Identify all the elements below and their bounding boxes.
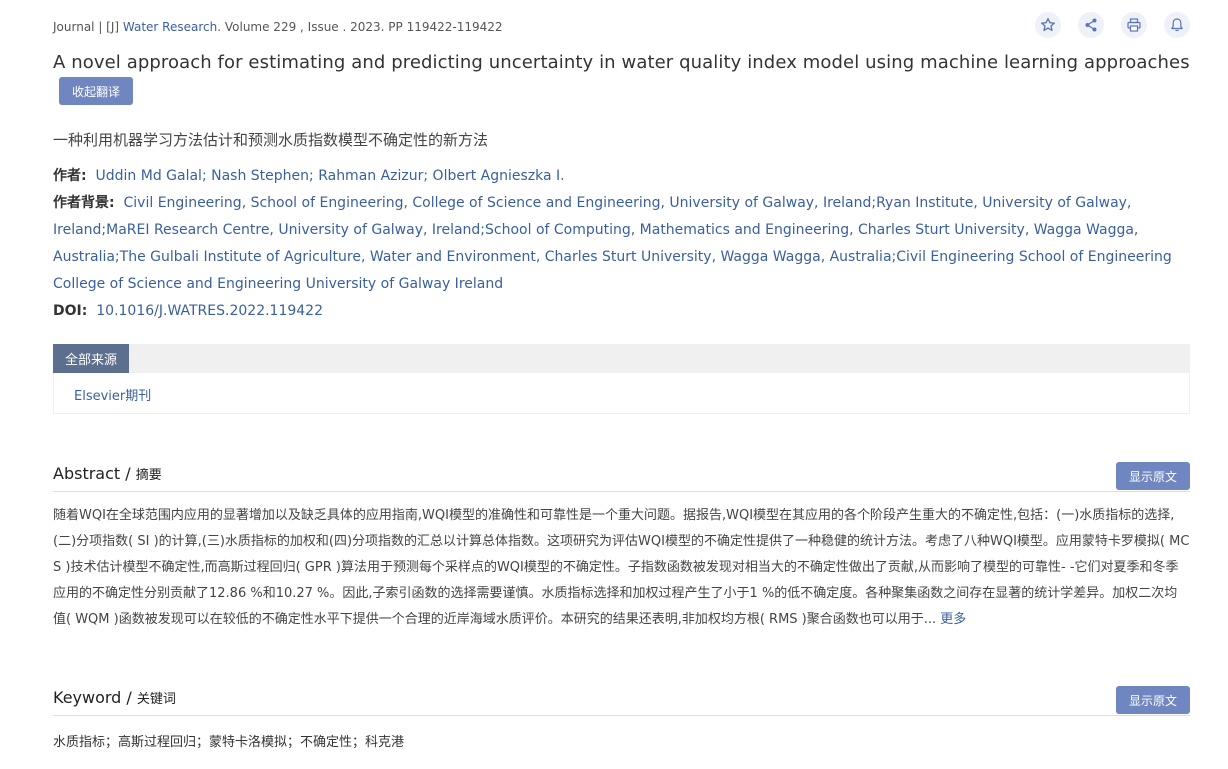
- authors-label: 作者:: [53, 168, 87, 184]
- publication-meta: Journal | [J] Water Research. Volume 229…: [53, 20, 503, 34]
- journal-link[interactable]: Water Research: [123, 20, 217, 34]
- notification-button[interactable]: [1164, 12, 1190, 38]
- article-title-cn: 一种利用机器学习方法估计和预测水质指数模型不确定性的新方法: [53, 131, 489, 149]
- sources-body: Elsevier期刊: [53, 373, 1190, 414]
- authors-row: 作者: Uddin Md Galal; Nash Stephen; Rahman…: [53, 163, 1190, 190]
- sources-tabbar: 全部来源: [53, 344, 1190, 373]
- article-actions: [1035, 12, 1190, 38]
- abstract-more-link[interactable]: 更多: [940, 612, 966, 627]
- keyword-header: Keyword / 关键词 显示原文: [53, 686, 1190, 716]
- abstract-subtitle: 摘要: [135, 468, 162, 483]
- doi-row: DOI: 10.1016/J.WATRES.2022.119422: [53, 298, 1190, 325]
- affiliation-row: 作者背景: Civil Engineering, School of Engin…: [53, 190, 1190, 298]
- meta-prefix: Journal | [J]: [53, 20, 123, 34]
- collapse-translation-button[interactable]: 收起翻译: [59, 77, 133, 105]
- affiliation-label: 作者背景:: [53, 195, 115, 211]
- print-button[interactable]: [1121, 12, 1147, 38]
- bell-icon: [1171, 18, 1183, 32]
- article-info: 作者: Uddin Md Galal; Nash Stephen; Rahman…: [53, 163, 1190, 325]
- print-icon: [1127, 18, 1141, 32]
- abstract-body: 随着WQI在全球范围内应用的显著增加以及缺乏具体的应用指南,WQI模型的准确性和…: [53, 503, 1190, 633]
- abstract-heading: Abstract / 摘要: [53, 464, 162, 483]
- share-icon: [1085, 18, 1097, 32]
- keyword-title: Keyword: [53, 688, 122, 707]
- authors-value[interactable]: Uddin Md Galal; Nash Stephen; Rahman Azi…: [96, 168, 565, 184]
- keyword-slash: /: [121, 688, 137, 707]
- source-link-elsevier[interactable]: Elsevier期刊: [74, 385, 151, 404]
- share-button[interactable]: [1078, 12, 1104, 38]
- keyword-show-original-button[interactable]: 显示原文: [1116, 686, 1190, 714]
- keyword-list: 水质指标；高斯过程回归；蒙特卡洛模拟；不确定性；科克港: [53, 735, 405, 750]
- meta-details: . Volume 229 , Issue . 2023. PP 119422-1…: [217, 20, 503, 34]
- abstract-text: 随着WQI在全球范围内应用的显著增加以及缺乏具体的应用指南,WQI模型的准确性和…: [53, 508, 1190, 627]
- abstract-header: Abstract / 摘要 显示原文: [53, 462, 1190, 492]
- keyword-heading: Keyword / 关键词: [53, 688, 176, 707]
- sources-panel: 全部来源 Elsevier期刊: [53, 344, 1190, 414]
- doi-label: DOI:: [53, 303, 88, 319]
- star-icon: [1041, 17, 1055, 32]
- tab-all-sources[interactable]: 全部来源: [53, 344, 129, 373]
- doi-link[interactable]: 10.1016/J.WATRES.2022.119422: [96, 303, 323, 319]
- article-title-en: A novel approach for estimating and pred…: [53, 52, 1190, 73]
- keyword-subtitle: 关键词: [136, 692, 176, 707]
- favorite-button[interactable]: [1035, 12, 1061, 38]
- affiliation-value[interactable]: Civil Engineering, School of Engineering…: [53, 195, 1172, 292]
- abstract-title: Abstract: [53, 464, 121, 483]
- abstract-show-original-button[interactable]: 显示原文: [1116, 462, 1190, 490]
- abstract-slash: /: [120, 464, 136, 483]
